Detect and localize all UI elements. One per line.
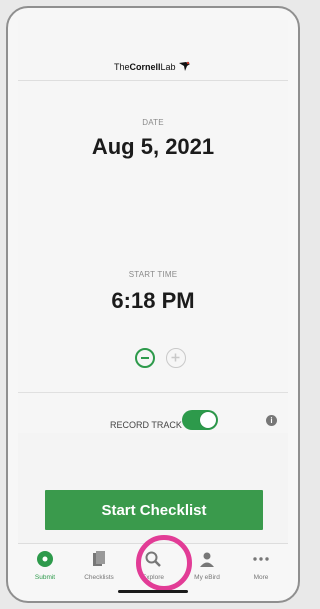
- start-time-value[interactable]: 6:18 PM: [18, 288, 288, 314]
- tab-label: Submit: [34, 574, 56, 581]
- minus-icon: [141, 357, 149, 359]
- app-screen: TheCornellLab DATE Aug 5, 2021 START TIM…: [18, 20, 288, 595]
- section-divider: [18, 392, 288, 393]
- more-icon: [253, 557, 269, 561]
- checklists-icon: [93, 551, 105, 566]
- plus-icon: [171, 353, 180, 362]
- record-track-label: RECORD TRACK: [110, 420, 182, 430]
- tab-checklists[interactable]: Checklists: [72, 550, 126, 590]
- decrement-time-button[interactable]: [135, 348, 155, 368]
- info-icon[interactable]: i: [266, 415, 277, 426]
- cornell-lab-logo: TheCornellLab: [18, 60, 288, 72]
- date-label: DATE: [142, 118, 164, 127]
- start-checklist-button[interactable]: Start Checklist: [45, 490, 263, 530]
- toggle-knob: [200, 412, 216, 428]
- person-icon: [200, 552, 214, 567]
- header-divider: [18, 80, 288, 81]
- submit-icon: [37, 551, 53, 567]
- start-time-label: START TIME: [128, 270, 178, 279]
- tab-label: More: [253, 574, 269, 581]
- record-track-toggle[interactable]: [182, 410, 218, 430]
- tab-label: Checklists: [84, 574, 114, 581]
- date-value[interactable]: Aug 5, 2021: [18, 134, 288, 160]
- tab-more[interactable]: More: [234, 550, 288, 590]
- increment-time-button[interactable]: [166, 348, 186, 368]
- home-indicator[interactable]: [118, 590, 188, 593]
- bird-icon: [179, 61, 191, 71]
- tab-submit[interactable]: Submit: [18, 550, 72, 590]
- explore-highlight-circle: [136, 535, 192, 591]
